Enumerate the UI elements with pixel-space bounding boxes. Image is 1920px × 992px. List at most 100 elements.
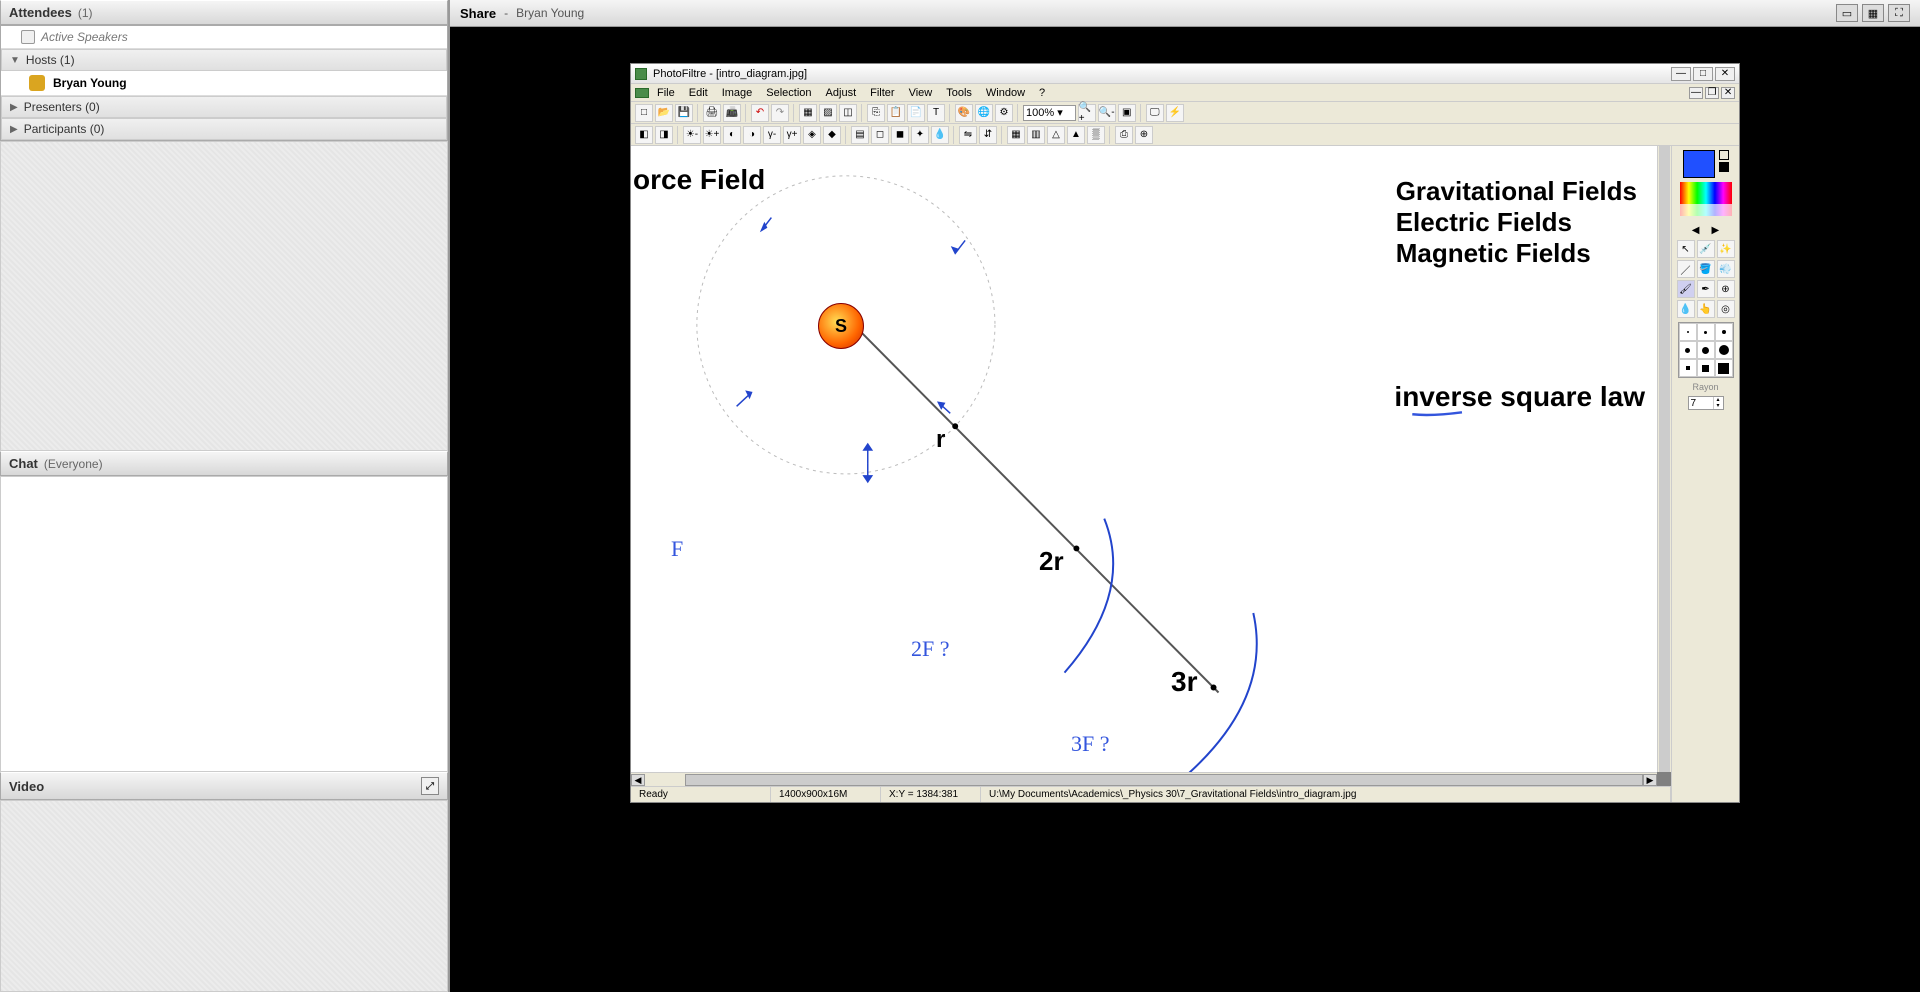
wand-tool-icon[interactable]: ✨ bbox=[1717, 240, 1735, 258]
menu-edit[interactable]: Edit bbox=[683, 87, 714, 99]
grayscale-icon[interactable]: ◻ bbox=[871, 126, 889, 144]
brush-6[interactable] bbox=[1715, 341, 1733, 359]
zoom-out-icon[interactable]: 🔍- bbox=[1098, 104, 1116, 122]
pointer-tool-icon[interactable]: ↖ bbox=[1677, 240, 1695, 258]
copy-icon[interactable]: ⎘ bbox=[867, 104, 885, 122]
brush-tool-icon[interactable]: 🖌 bbox=[1677, 280, 1695, 298]
video-header[interactable]: Video ⤢ bbox=[0, 772, 448, 800]
rayon-input[interactable] bbox=[1689, 398, 1713, 409]
smudge-tool-icon[interactable]: 👆 bbox=[1697, 300, 1715, 318]
menu-image[interactable]: Image bbox=[716, 87, 759, 99]
export-icon[interactable]: ⎙ bbox=[1115, 126, 1133, 144]
module-icon[interactable]: ▥ bbox=[1027, 126, 1045, 144]
contrast-minus-icon[interactable]: ◐ bbox=[723, 126, 741, 144]
minimize-button[interactable]: — bbox=[1671, 67, 1691, 81]
saturation-plus-icon[interactable]: ◆ bbox=[823, 126, 841, 144]
eyedropper-tool-icon[interactable]: 💉 bbox=[1697, 240, 1715, 258]
relief-icon[interactable]: ▲ bbox=[1067, 126, 1085, 144]
paste-icon[interactable]: 📋 bbox=[887, 104, 905, 122]
text-icon[interactable]: T bbox=[927, 104, 945, 122]
zoom-in-icon[interactable]: 🔍+ bbox=[1078, 104, 1096, 122]
save-icon[interactable]: 💾 bbox=[675, 104, 693, 122]
maximize-button[interactable]: □ bbox=[1693, 67, 1713, 81]
hosts-row[interactable]: ▼ Hosts (1) bbox=[1, 49, 447, 71]
doc-restore-button[interactable]: ❐ bbox=[1705, 87, 1719, 99]
brightness-plus-icon[interactable]: ☀+ bbox=[703, 126, 721, 144]
view-mode-button-2[interactable]: ▦ bbox=[1862, 4, 1884, 22]
brush-5[interactable] bbox=[1697, 341, 1715, 359]
rayon-spinbox[interactable]: ▴ ▾ bbox=[1688, 396, 1724, 410]
plugin-icon[interactable]: ⚙ bbox=[995, 104, 1013, 122]
zoom-select[interactable]: 100% ▾ bbox=[1023, 105, 1076, 121]
rayon-down[interactable]: ▾ bbox=[1713, 403, 1723, 409]
rgb-icon[interactable]: ▦ bbox=[799, 104, 817, 122]
brush-9[interactable] bbox=[1715, 359, 1733, 377]
host-item[interactable]: Bryan Young bbox=[1, 71, 447, 96]
web-icon[interactable]: ⊕ bbox=[1135, 126, 1153, 144]
doc-minimize-button[interactable]: — bbox=[1689, 87, 1703, 99]
menu-file[interactable]: File bbox=[651, 87, 681, 99]
undo-icon[interactable]: ↶ bbox=[751, 104, 769, 122]
palette-right-arrow[interactable]: ▶ bbox=[1712, 225, 1720, 236]
hscroll-thumb[interactable] bbox=[685, 774, 1643, 786]
scan-icon[interactable]: 📠 bbox=[723, 104, 741, 122]
scroll-left-button[interactable]: ◀ bbox=[631, 774, 645, 786]
stamp-tool-icon[interactable]: ⊕ bbox=[1717, 280, 1735, 298]
color-palette[interactable] bbox=[1680, 182, 1732, 221]
fullscreen-button[interactable]: ⛶ bbox=[1888, 4, 1910, 22]
chat-header[interactable]: Chat (Everyone) bbox=[0, 451, 448, 476]
fill-tool-icon[interactable]: 🪣 bbox=[1697, 260, 1715, 278]
pf-canvas[interactable]: orce Field Gravitational Fields Electric… bbox=[631, 146, 1657, 772]
advanced-brush-icon[interactable]: ✒ bbox=[1697, 280, 1715, 298]
palette-left-arrow[interactable]: ◀ bbox=[1692, 225, 1700, 236]
transparency-icon[interactable]: ◫ bbox=[839, 104, 857, 122]
swap-colors-icon[interactable] bbox=[1719, 150, 1729, 160]
menu-selection[interactable]: Selection bbox=[760, 87, 817, 99]
index-icon[interactable]: ▨ bbox=[819, 104, 837, 122]
brightness-minus-icon[interactable]: ☀- bbox=[683, 126, 701, 144]
popout-icon[interactable]: ⤢ bbox=[421, 777, 439, 795]
contrast-plus-icon[interactable]: ◑ bbox=[743, 126, 761, 144]
view-mode-button-1[interactable]: ▭ bbox=[1836, 4, 1858, 22]
background-color-swatch[interactable] bbox=[1719, 162, 1729, 172]
sepia-icon[interactable]: ◼ bbox=[891, 126, 909, 144]
palette-icon[interactable]: 🎨 bbox=[955, 104, 973, 122]
auto-contrast-icon[interactable]: ◨ bbox=[655, 126, 673, 144]
dust-icon[interactable]: ✦ bbox=[911, 126, 929, 144]
vertical-scrollbar[interactable] bbox=[1657, 146, 1671, 772]
scroll-right-button[interactable]: ▶ bbox=[1643, 774, 1657, 786]
flip-h-icon[interactable]: ⇋ bbox=[959, 126, 977, 144]
brush-3[interactable] bbox=[1715, 323, 1733, 341]
chat-body[interactable] bbox=[0, 476, 448, 772]
auto-levels-icon[interactable]: ◧ bbox=[635, 126, 653, 144]
clipboard-icon[interactable]: 📄 bbox=[907, 104, 925, 122]
presenters-row[interactable]: ▶ Presenters (0) bbox=[1, 96, 447, 118]
fullscreen-icon[interactable]: 🖵 bbox=[1146, 104, 1164, 122]
sharpen-icon[interactable]: △ bbox=[1047, 126, 1065, 144]
attendees-header[interactable]: Attendees (1) bbox=[0, 0, 448, 25]
brush-1[interactable] bbox=[1679, 323, 1697, 341]
spray-tool-icon[interactable]: 💨 bbox=[1717, 260, 1735, 278]
automate-icon[interactable]: ⚡ bbox=[1166, 104, 1184, 122]
print-icon[interactable]: 🖨 bbox=[703, 104, 721, 122]
new-icon[interactable]: □ bbox=[635, 104, 653, 122]
brush-8[interactable] bbox=[1697, 359, 1715, 377]
brush-4[interactable] bbox=[1679, 341, 1697, 359]
pf-titlebar[interactable]: PhotoFiltre - [intro_diagram.jpg] — □ ✕ bbox=[631, 64, 1739, 84]
flip-v-icon[interactable]: ⇵ bbox=[979, 126, 997, 144]
brush-2[interactable] bbox=[1697, 323, 1715, 341]
participants-row[interactable]: ▶ Participants (0) bbox=[1, 118, 447, 140]
doc-close-button[interactable]: ✕ bbox=[1721, 87, 1735, 99]
histogram-icon[interactable]: ▤ bbox=[851, 126, 869, 144]
zoom-fit-icon[interactable]: ▣ bbox=[1118, 104, 1136, 122]
menu-view[interactable]: View bbox=[903, 87, 939, 99]
close-button[interactable]: ✕ bbox=[1715, 67, 1735, 81]
gamma-minus-icon[interactable]: γ- bbox=[763, 126, 781, 144]
menu-filter[interactable]: Filter bbox=[864, 87, 900, 99]
active-speakers-row[interactable]: Active Speakers bbox=[1, 26, 447, 49]
browse-icon[interactable]: 🌐 bbox=[975, 104, 993, 122]
line-tool-icon[interactable]: ／ bbox=[1677, 260, 1695, 278]
menu-tools[interactable]: Tools bbox=[940, 87, 978, 99]
menu-adjust[interactable]: Adjust bbox=[820, 87, 863, 99]
menu-help[interactable]: ? bbox=[1033, 87, 1051, 99]
